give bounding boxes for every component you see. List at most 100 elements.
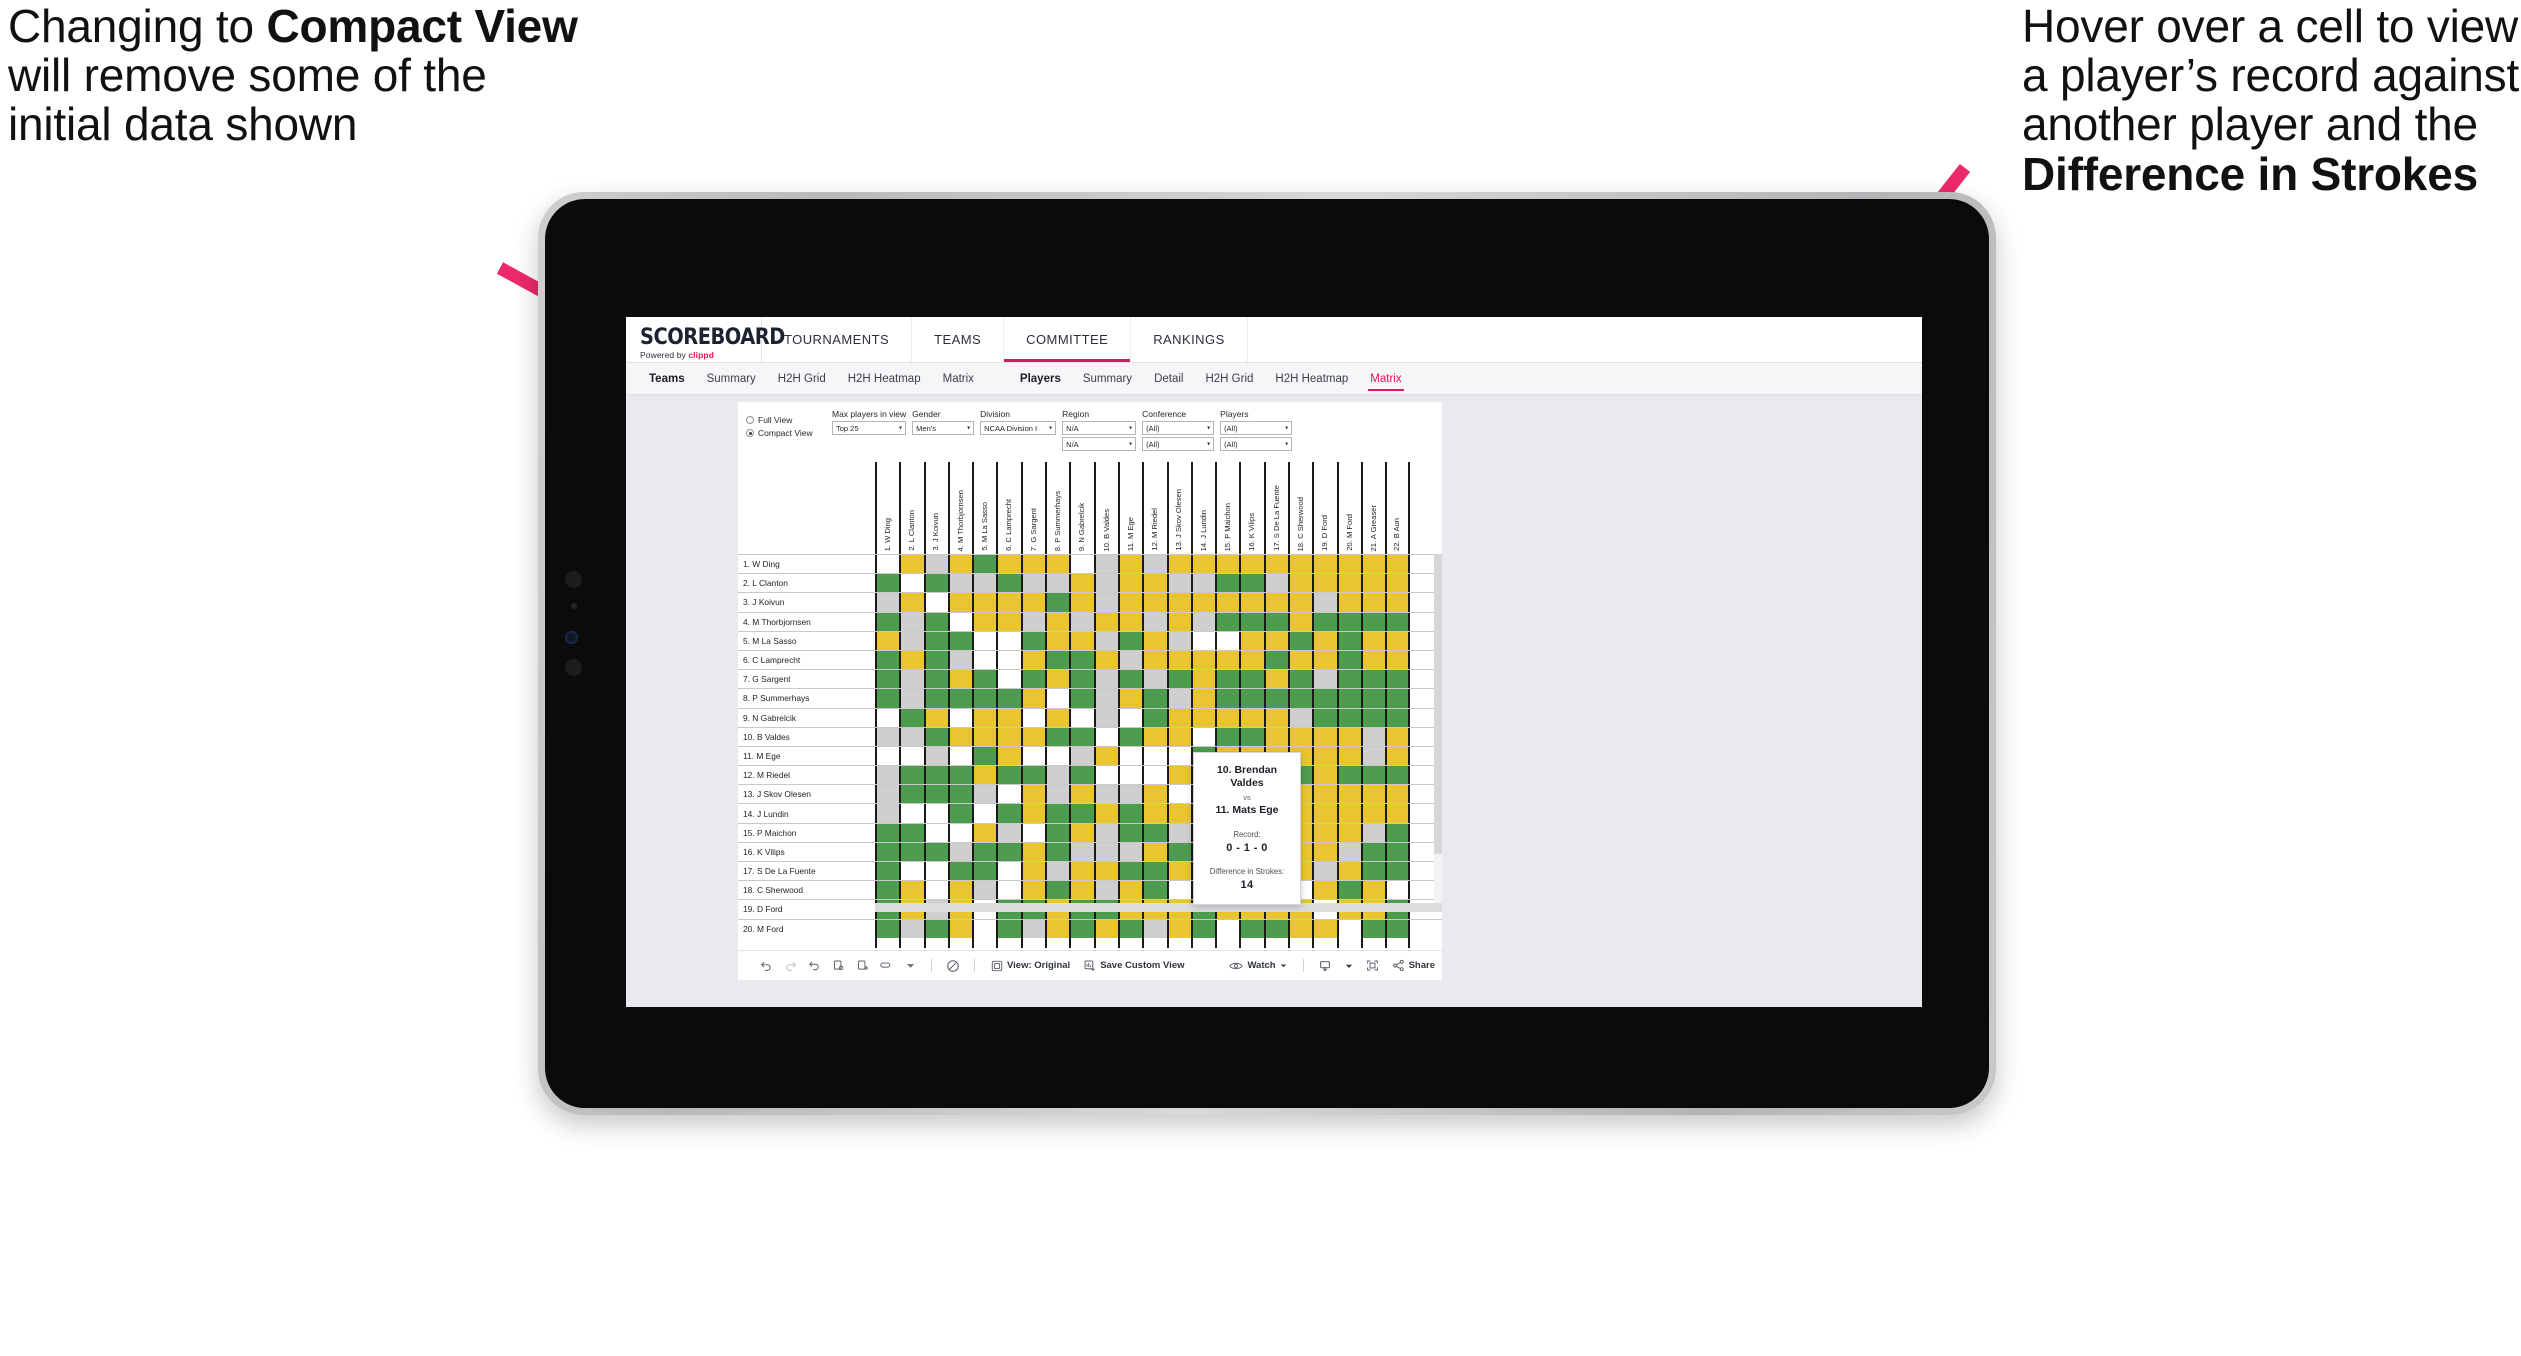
matrix-cell[interactable] xyxy=(875,785,900,804)
matrix-column-header[interactable]: 2. L Clanton xyxy=(899,462,923,554)
matrix-cell[interactable] xyxy=(1312,708,1337,727)
matrix-cell[interactable] xyxy=(1190,727,1216,746)
matrix-cell[interactable] xyxy=(1239,670,1264,689)
matrix-cell[interactable] xyxy=(1045,555,1070,574)
matrix-cell[interactable] xyxy=(1093,574,1118,593)
matrix-cell[interactable] xyxy=(1215,708,1240,727)
matrix-cell[interactable] xyxy=(1263,574,1289,593)
matrix-cell[interactable] xyxy=(1166,708,1191,727)
matrix-cell[interactable] xyxy=(1069,881,1094,900)
matrix-cell[interactable] xyxy=(899,708,924,727)
matrix-cell[interactable] xyxy=(996,593,1021,612)
matrix-cell[interactable] xyxy=(1166,689,1191,708)
matrix-cell[interactable] xyxy=(899,612,924,631)
refresh-icon[interactable] xyxy=(826,954,850,978)
matrix-column-header[interactable]: 22. B Aun xyxy=(1385,462,1410,554)
matrix-cell[interactable] xyxy=(947,593,973,612)
matrix-cell[interactable] xyxy=(1336,823,1361,842)
matrix-cell[interactable] xyxy=(1190,555,1216,574)
matrix-cell[interactable] xyxy=(1045,670,1070,689)
matrix-cell[interactable] xyxy=(1239,650,1264,670)
matrix-cell[interactable] xyxy=(1215,727,1240,746)
matrix-cell[interactable] xyxy=(923,881,948,900)
matrix-cell[interactable] xyxy=(1360,631,1386,650)
matrix-row-label[interactable]: 16. K Vilips xyxy=(738,843,875,861)
matrix-column-header[interactable]: 20. M Ford xyxy=(1336,462,1361,554)
matrix-cell[interactable] xyxy=(1166,574,1191,593)
matrix-cell[interactable] xyxy=(923,689,948,708)
matrix-cell[interactable] xyxy=(996,785,1021,804)
matrix-cell[interactable] xyxy=(1117,862,1143,881)
matrix-cell[interactable] xyxy=(899,919,924,938)
subnav-teams-h2h-heatmap[interactable]: H2H Heatmap xyxy=(837,363,932,395)
matrix-cell[interactable] xyxy=(1385,766,1410,785)
matrix-cell[interactable] xyxy=(947,689,973,708)
matrix-cell[interactable] xyxy=(1020,689,1046,708)
revert-icon[interactable] xyxy=(802,954,826,978)
matrix-cell[interactable] xyxy=(1166,823,1191,842)
matrix-cell[interactable] xyxy=(1360,593,1386,612)
matrix-cell[interactable] xyxy=(1020,881,1046,900)
matrix-cell[interactable] xyxy=(899,804,924,823)
matrix-column-header[interactable]: 9. N Gabrelcik xyxy=(1069,462,1093,554)
matrix-cell[interactable] xyxy=(1166,670,1191,689)
matrix-cell[interactable] xyxy=(1020,746,1046,766)
matrix-cell[interactable] xyxy=(1020,708,1046,727)
matrix-cell[interactable] xyxy=(899,823,924,842)
subnav-players-detail[interactable]: Detail xyxy=(1143,363,1194,395)
matrix-cell[interactable] xyxy=(1142,574,1167,593)
matrix-cell[interactable] xyxy=(923,746,948,766)
matrix-cell[interactable] xyxy=(875,689,900,708)
matrix-cell[interactable] xyxy=(899,727,924,746)
matrix-cell[interactable] xyxy=(1385,842,1410,861)
fullscreen-icon[interactable] xyxy=(1361,954,1385,978)
matrix-cell[interactable] xyxy=(972,650,997,670)
filter-players-select-2[interactable]: (All) ▾ xyxy=(1220,437,1293,451)
matrix-cell[interactable] xyxy=(1239,593,1264,612)
matrix-cell[interactable] xyxy=(1093,708,1118,727)
matrix-cell[interactable] xyxy=(1263,650,1289,670)
matrix-cell[interactable] xyxy=(1020,919,1046,938)
matrix-cell[interactable] xyxy=(972,804,997,823)
scoreboard-logo[interactable]: SCOREBOARD Powered by clippd xyxy=(626,317,785,362)
matrix-cell[interactable] xyxy=(947,631,973,650)
matrix-cell[interactable] xyxy=(1385,727,1410,746)
matrix-cell[interactable] xyxy=(1312,766,1337,785)
matrix-cell[interactable] xyxy=(1336,919,1361,938)
undo-icon[interactable] xyxy=(754,954,778,978)
matrix-cell[interactable] xyxy=(923,823,948,842)
matrix-cell[interactable] xyxy=(1093,766,1118,785)
matrix-cell[interactable] xyxy=(1215,919,1240,938)
matrix-cell[interactable] xyxy=(1045,862,1070,881)
topnav-rankings[interactable]: RANKINGS xyxy=(1131,317,1248,362)
matrix-cell[interactable] xyxy=(1288,593,1313,612)
matrix-cell[interactable] xyxy=(1117,746,1143,766)
matrix-cell[interactable] xyxy=(1336,689,1361,708)
matrix-cell[interactable] xyxy=(1360,574,1386,593)
matrix-cell[interactable] xyxy=(1020,823,1046,842)
download-caret-icon[interactable] xyxy=(1337,954,1361,978)
matrix-column-header[interactable]: 15. P Maichon xyxy=(1215,462,1239,554)
matrix-cell[interactable] xyxy=(1093,746,1118,766)
matrix-row-label[interactable]: 10. B Valdes xyxy=(738,728,875,746)
matrix-cell[interactable] xyxy=(1045,785,1070,804)
matrix-cell[interactable] xyxy=(899,574,924,593)
matrix-cell[interactable] xyxy=(1142,766,1167,785)
matrix-cell[interactable] xyxy=(1360,708,1386,727)
matrix-column-header[interactable]: 3. J Koivun xyxy=(923,462,948,554)
matrix-column-header[interactable]: 6. C Lamprecht xyxy=(996,462,1020,554)
matrix-cell[interactable] xyxy=(1190,631,1216,650)
matrix-cell[interactable] xyxy=(1069,555,1094,574)
matrix-cell[interactable] xyxy=(1385,650,1410,670)
matrix-cell[interactable] xyxy=(1215,574,1240,593)
matrix-cell[interactable] xyxy=(923,708,948,727)
matrix-cell[interactable] xyxy=(1117,881,1143,900)
matrix-cell[interactable] xyxy=(1385,881,1410,900)
topnav-teams[interactable]: TEAMS xyxy=(912,317,1005,362)
matrix-cell[interactable] xyxy=(1312,650,1337,670)
matrix-column-header[interactable]: 21. A Greaser xyxy=(1360,462,1385,554)
matrix-cell[interactable] xyxy=(1020,612,1046,631)
download-icon[interactable] xyxy=(1313,954,1337,978)
matrix-cell[interactable] xyxy=(1142,862,1167,881)
matrix-cell[interactable] xyxy=(1093,862,1118,881)
